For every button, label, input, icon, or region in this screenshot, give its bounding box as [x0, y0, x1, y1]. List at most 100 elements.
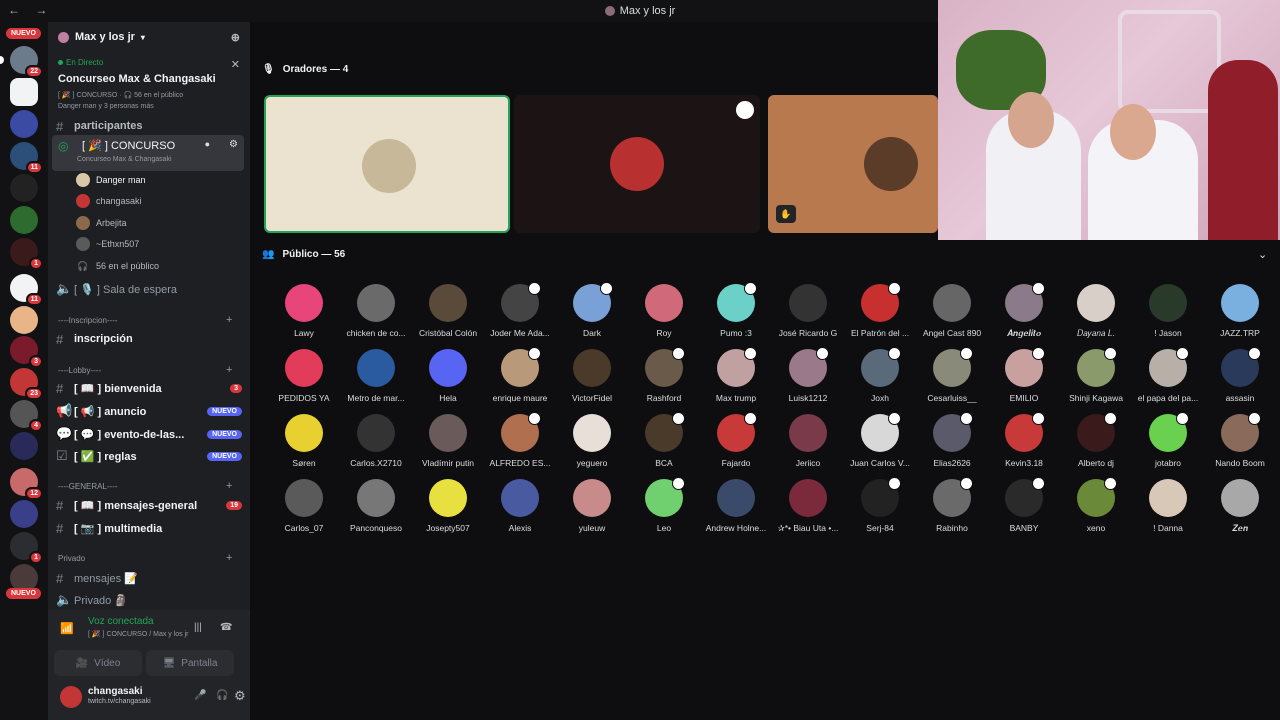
channel-mensajes-general[interactable]: #[ 📖 ] mensajes-general 19: [56, 495, 242, 515]
audience-member[interactable]: enrique maure: [484, 347, 556, 403]
chat-icon[interactable]: ●: [205, 139, 210, 149]
audience-member[interactable]: 𝑨𝒏𝒈𝒆𝒍𝒊𝒕𝒐: [988, 282, 1060, 339]
audience-member[interactable]: BCA: [628, 412, 700, 468]
audience-member[interactable]: Joder Me Ada...: [484, 282, 556, 338]
plus-icon[interactable]: +: [226, 480, 232, 492]
audience-member[interactable]: yuleuw: [556, 479, 628, 533]
stage-channel-active[interactable]: ◎ [ 🎉 ] CONCURSO Concurseo Max & Changas…: [52, 135, 244, 171]
audience-member[interactable]: Hela: [412, 349, 484, 403]
server-icon[interactable]: 12: [10, 468, 43, 500]
audience-member[interactable]: Rashford: [628, 347, 700, 403]
user-panel[interactable]: changasaki twitch.tv/changasaki 🎤 🎧 ⚙: [58, 682, 246, 714]
server-icon[interactable]: [10, 500, 38, 528]
audience-member[interactable]: Max trump: [700, 347, 772, 403]
server-icon[interactable]: 1: [10, 532, 43, 564]
audience-member[interactable]: José Ricardo G: [772, 284, 844, 338]
add-member-icon[interactable]: ⊕: [231, 31, 240, 44]
category-lobby[interactable]: ----Lobby---- +: [58, 364, 232, 376]
audience-member[interactable]: Jeriico: [772, 414, 844, 468]
voice-channel-path[interactable]: [ 🎉 ] CONCURSO / Max y los jr: [88, 630, 189, 638]
audience-member[interactable]: jotabro: [1132, 412, 1204, 468]
soundboard-icon[interactable]: |||: [194, 622, 202, 633]
category-general[interactable]: ----GENERAL---- +: [58, 480, 232, 492]
audience-member[interactable]: 𝐷𝑎𝑦𝑎𝑛𝑎 𝐿.: [1060, 284, 1132, 339]
close-icon[interactable]: ✕: [231, 58, 240, 71]
server-icon[interactable]: 3: [10, 336, 43, 368]
audience-member[interactable]: Juan Carlos V...: [844, 412, 916, 468]
channel-participantes[interactable]: # participantes: [56, 116, 242, 136]
server-icon[interactable]: [10, 306, 38, 334]
server-icon[interactable]: [10, 78, 38, 106]
server-icon[interactable]: [10, 206, 38, 234]
audience-member[interactable]: Alberto dj: [1060, 412, 1132, 468]
audience-member[interactable]: Shinji Kagawa: [1060, 347, 1132, 403]
channel-evento[interactable]: 💬[ 💬 ] evento-de-las... NUEVO: [56, 424, 242, 444]
audience-member[interactable]: Alexis: [484, 479, 556, 533]
audience-member[interactable]: Dark: [556, 282, 628, 338]
audience-member[interactable]: Cristóbal Colón: [412, 284, 484, 338]
stage-member[interactable]: Arbejita: [76, 214, 127, 232]
audience-member[interactable]: Carlos.X2710: [340, 414, 412, 468]
audience-member[interactable]: Nando Boom: [1204, 412, 1276, 468]
audience-member[interactable]: PEDIDOS YA: [268, 349, 340, 403]
audience-member[interactable]: Leo: [628, 477, 700, 533]
channel-bienvenida[interactable]: #[ 📖 ] bienvenida 3: [56, 378, 242, 398]
audience-member[interactable]: EMILIO: [988, 347, 1060, 403]
channel-mensajes-privado[interactable]: # mensajes 📝: [56, 568, 242, 588]
audience-member[interactable]: Lawy: [268, 284, 340, 338]
guild-header[interactable]: Max y los jr ▾ ⊕: [48, 22, 250, 52]
stage-member[interactable]: changasaki: [76, 192, 142, 210]
video-button[interactable]: 🎥 Vídeo: [54, 650, 142, 676]
headphones-icon[interactable]: 🎧: [216, 690, 228, 701]
audience-member[interactable]: El Patrón del ...: [844, 282, 916, 338]
audience-member[interactable]: ! Jason: [1132, 284, 1204, 338]
audience-member[interactable]: ALFREDO ES...: [484, 412, 556, 468]
audience-member[interactable]: yeguero: [556, 414, 628, 468]
audience-member[interactable]: JAZZ.TRP: [1204, 284, 1276, 338]
audience-member[interactable]: Andrew Holne...: [700, 479, 772, 533]
plus-icon[interactable]: +: [226, 552, 232, 564]
audience-member[interactable]: Carlos_07: [268, 479, 340, 533]
audience-count[interactable]: 🎧 56 en el público: [76, 257, 159, 275]
server-icon[interactable]: 23: [10, 368, 43, 400]
speaker-tile[interactable]: ✋: [768, 95, 938, 233]
channel-multimedia[interactable]: #[ 📷 ] multimedia: [56, 518, 242, 538]
channel-anuncio[interactable]: 📢[ 📢 ] anuncio NUEVO: [56, 401, 242, 421]
category-privado[interactable]: Privado +: [58, 552, 232, 564]
audience-member[interactable]: Metro de mar...: [340, 349, 412, 403]
speaker-tile[interactable]: [264, 95, 510, 233]
audience-member[interactable]: Josepty507: [412, 479, 484, 533]
plus-icon[interactable]: +: [226, 314, 232, 326]
audience-member[interactable]: xeno: [1060, 477, 1132, 533]
audience-member[interactable]: Joxh: [844, 347, 916, 403]
audience-member[interactable]: assasin: [1204, 347, 1276, 403]
channel-reglas[interactable]: ☑[ ✅ ] reglas NUEVO: [56, 446, 242, 466]
audience-member[interactable]: Luisk1212: [772, 347, 844, 403]
server-icon[interactable]: 4: [10, 400, 43, 432]
audience-member[interactable]: Elias2626: [916, 412, 988, 468]
speaker-tile[interactable]: [514, 95, 760, 233]
audience-member[interactable]: VictorFidel: [556, 349, 628, 403]
screen-share-button[interactable]: 🖥 Pantalla: [146, 650, 234, 676]
audience-member[interactable]: el papa del pa...: [1132, 347, 1204, 403]
audience-member[interactable]: Roy: [628, 284, 700, 338]
server-icon[interactable]: 1: [10, 238, 43, 270]
server-icon[interactable]: [10, 110, 38, 138]
channel-privado[interactable]: 🔈 Privado 🗿: [56, 590, 242, 610]
audience-member[interactable]: Cesarluiss__: [916, 347, 988, 403]
audience-member[interactable]: Rabinho: [916, 477, 988, 533]
audience-member[interactable]: ! Danna: [1132, 479, 1204, 533]
audience-member[interactable]: BANBY: [988, 477, 1060, 533]
channel-sala-de-espera[interactable]: 🔈[ 🎙️ ] Sala de espera: [56, 279, 242, 299]
audience-member[interactable]: Panconqueso: [340, 479, 412, 533]
server-icon[interactable]: 11: [10, 142, 43, 174]
audience-member[interactable]: ✰*• Biau Uta •...: [772, 479, 844, 534]
settings-gear-icon[interactable]: ⚙: [234, 688, 246, 704]
disconnect-icon[interactable]: ☎: [220, 622, 232, 633]
category-inscripcion[interactable]: ----Inscripcion---- +: [58, 314, 232, 326]
audience-member[interactable]: Serj-84: [844, 477, 916, 533]
live-event-card[interactable]: En Directo ✕ Concurseo Max & Changasaki …: [58, 58, 244, 110]
settings-gear-icon[interactable]: ⚙: [229, 139, 238, 150]
audience-member[interactable]: Fajardo: [700, 412, 772, 468]
server-icon[interactable]: 22: [10, 46, 43, 78]
